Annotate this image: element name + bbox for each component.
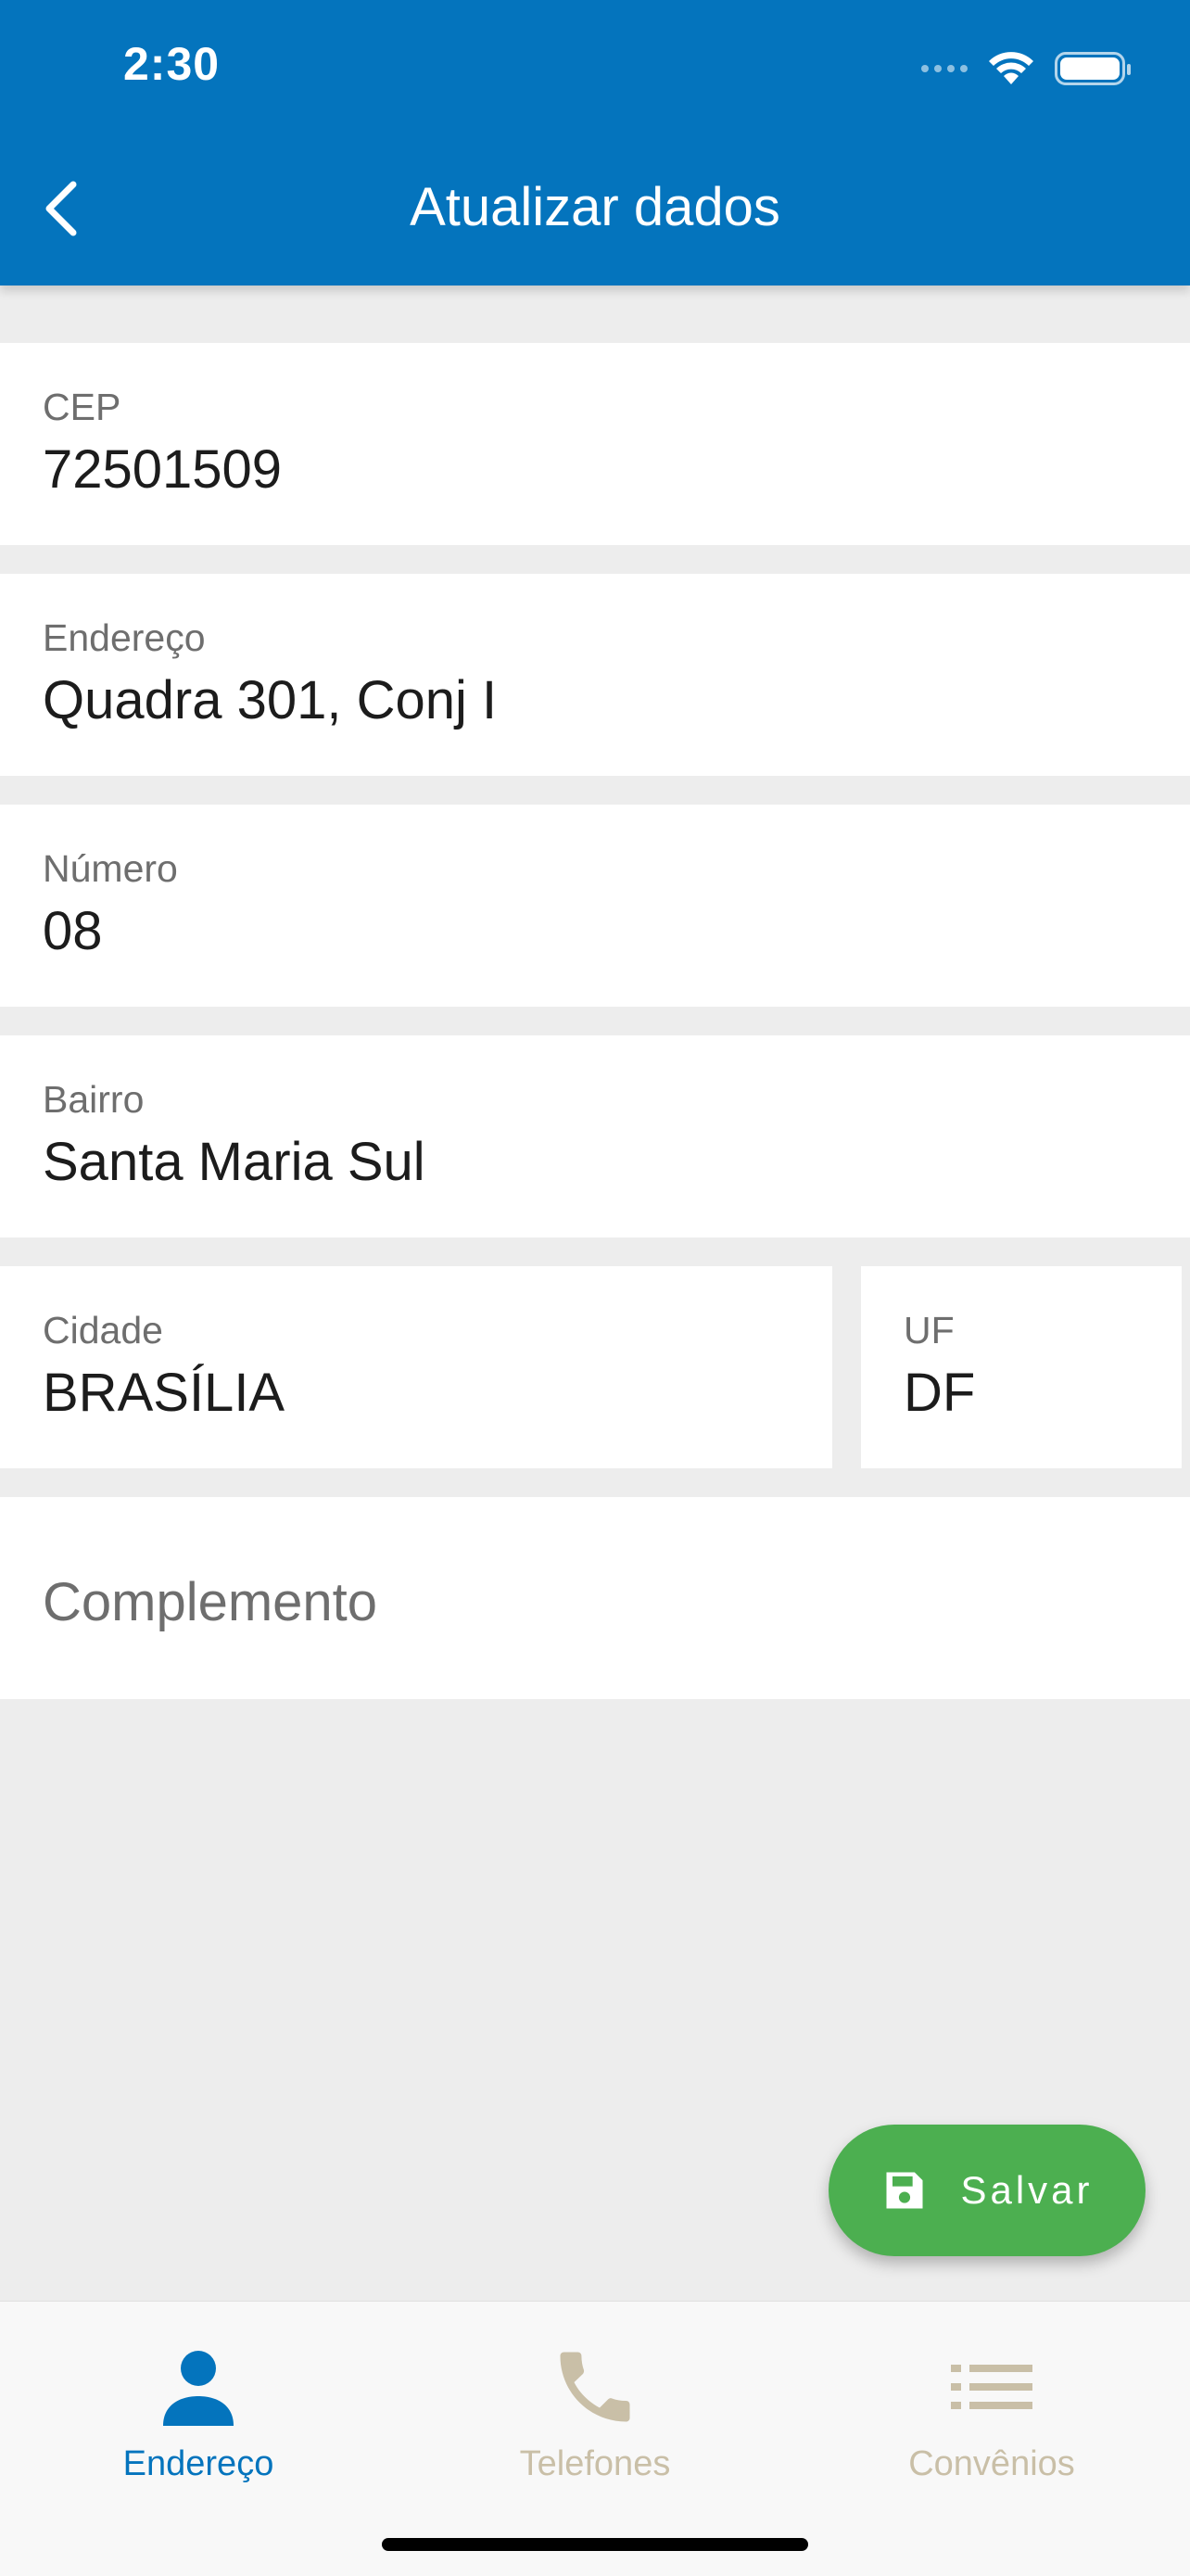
complemento-placeholder[interactable]: Complemento bbox=[43, 1571, 377, 1633]
numero-value[interactable]: 08 bbox=[43, 900, 103, 962]
uf-field[interactable]: UF DF bbox=[861, 1266, 1182, 1468]
bairro-value[interactable]: Santa Maria Sul bbox=[43, 1131, 425, 1193]
wifi-icon bbox=[989, 52, 1033, 84]
uf-value[interactable]: DF bbox=[904, 1362, 975, 1424]
uf-label: UF bbox=[904, 1309, 955, 1351]
phone-icon bbox=[560, 2352, 630, 2422]
page-title: Atualizar dados bbox=[410, 177, 780, 237]
bottom-navigation: Endereço Telefones Convênios bbox=[0, 2301, 1190, 2576]
nav-label-telefones: Telefones bbox=[519, 2444, 671, 2483]
floppy-disk-icon bbox=[886, 2172, 923, 2209]
numero-label: Número bbox=[43, 847, 178, 890]
nav-label-endereco: Endereço bbox=[122, 2444, 274, 2483]
cidade-value[interactable]: BRASÍLIA bbox=[43, 1362, 285, 1424]
numero-field[interactable]: Número 08 bbox=[0, 805, 1190, 1007]
status-time: 2:30 bbox=[123, 38, 221, 90]
save-button-label: Salvar bbox=[960, 2168, 1094, 2212]
cep-value[interactable]: 72501509 bbox=[43, 438, 282, 501]
home-indicator bbox=[382, 2538, 808, 2551]
app-header: 2:30 Atualizar dados bbox=[0, 0, 1190, 286]
cellular-signal-icon bbox=[921, 65, 968, 72]
endereco-label: Endereço bbox=[43, 616, 206, 659]
bairro-field[interactable]: Bairro Santa Maria Sul bbox=[0, 1035, 1190, 1237]
nav-item-telefones[interactable]: Telefones bbox=[397, 2302, 793, 2487]
cep-field[interactable]: CEP 72501509 bbox=[0, 343, 1190, 545]
status-icons bbox=[921, 51, 1131, 86]
cidade-field[interactable]: Cidade BRASÍLIA bbox=[0, 1266, 832, 1468]
nav-item-endereco[interactable]: Endereço bbox=[0, 2302, 397, 2487]
endereco-value[interactable]: Quadra 301, Conj I bbox=[43, 669, 497, 731]
endereco-field[interactable]: Endereço Quadra 301, Conj I bbox=[0, 574, 1190, 776]
cep-label: CEP bbox=[43, 386, 121, 428]
bairro-label: Bairro bbox=[43, 1078, 145, 1121]
save-button[interactable]: Salvar bbox=[829, 2125, 1146, 2256]
list-icon bbox=[951, 2365, 1032, 2409]
cidade-label: Cidade bbox=[43, 1309, 163, 1351]
nav-label-convenios: Convênios bbox=[908, 2444, 1075, 2483]
person-icon bbox=[163, 2351, 234, 2426]
battery-icon bbox=[1055, 52, 1131, 85]
complemento-field[interactable]: Complemento bbox=[0, 1497, 1190, 1699]
nav-item-convenios[interactable]: Convênios bbox=[793, 2302, 1190, 2487]
